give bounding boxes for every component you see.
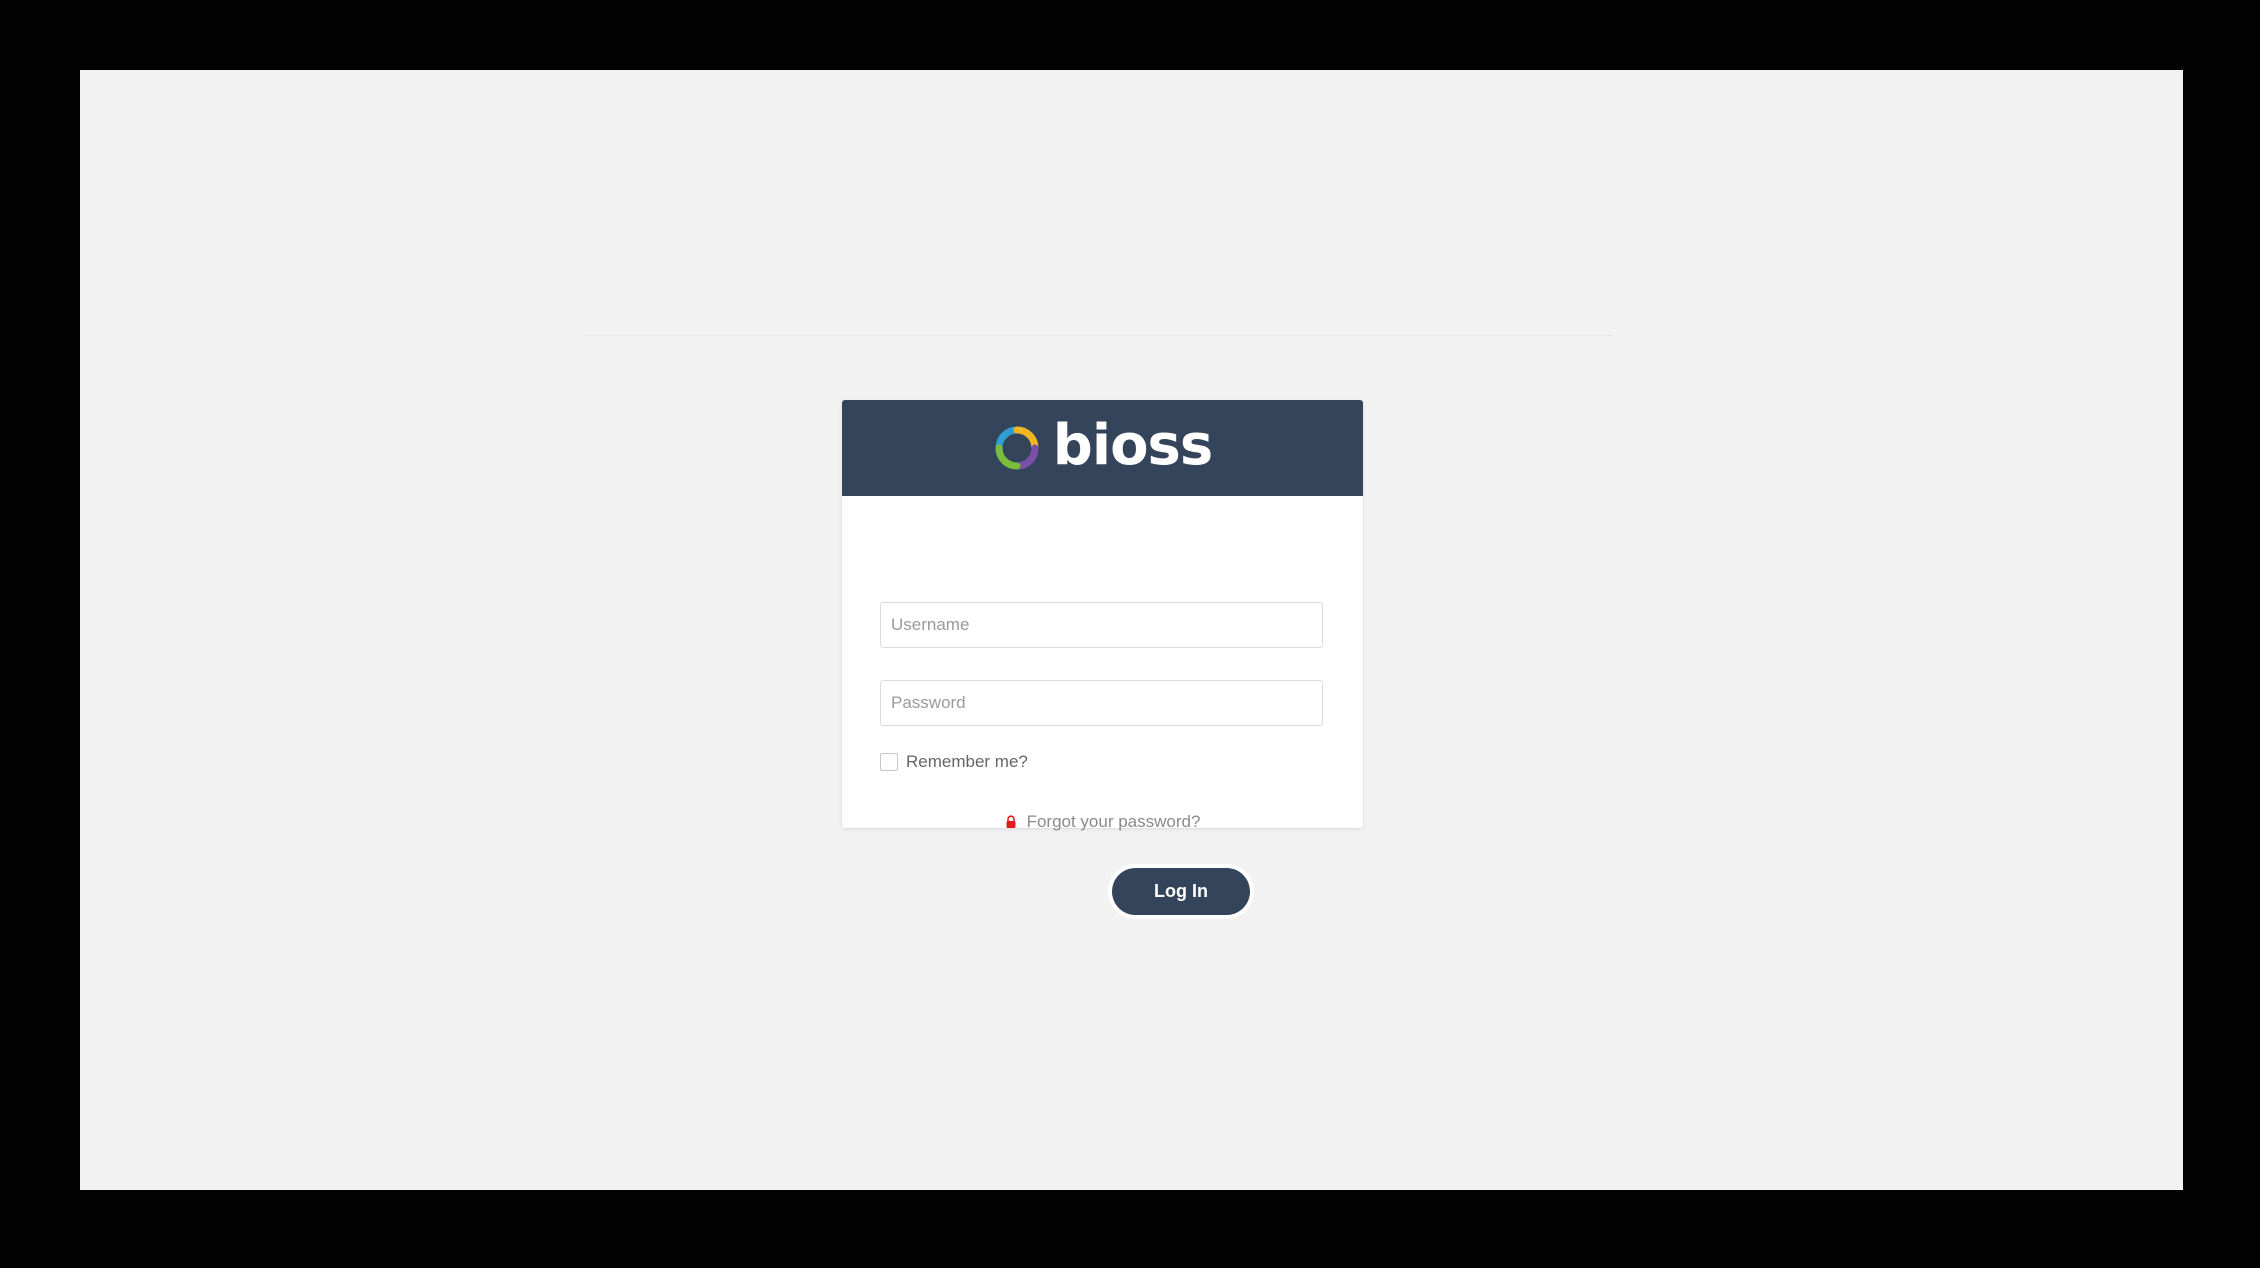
brand-name: bioss [1052,413,1213,478]
login-header: bioss [842,400,1363,496]
password-input[interactable] [880,680,1323,726]
forgot-password-row[interactable]: Forgot your password? [842,812,1363,832]
remember-me-checkbox[interactable] [880,753,898,771]
username-input[interactable] [880,602,1323,648]
browser-viewport: bioss Remember me? Forgot your password?… [80,70,2183,1190]
remember-me-row[interactable]: Remember me? [880,752,1028,772]
bioss-logo-icon [995,426,1039,470]
screen-frame: bioss Remember me? Forgot your password?… [0,0,2260,1268]
page-divider [583,335,1613,336]
forgot-password-link[interactable]: Forgot your password? [1027,812,1201,832]
login-card: bioss Remember me? Forgot your password? [842,400,1363,831]
remember-me-label: Remember me? [906,752,1028,771]
lock-icon [1006,815,1016,828]
login-button[interactable]: Log In [1112,868,1250,915]
brand-logo: bioss [993,418,1213,474]
